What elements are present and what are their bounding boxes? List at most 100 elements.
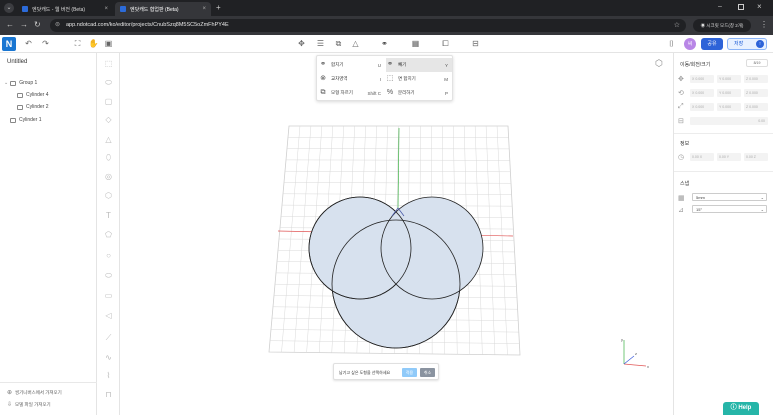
gem-tool-icon[interactable]: ⬡ <box>104 191 113 200</box>
rectangle-tool-icon[interactable]: ▭ <box>104 291 113 300</box>
polygon-tool-icon[interactable]: ⬠ <box>104 230 113 239</box>
reload-icon[interactable]: ↻ <box>34 20 41 30</box>
new-tab-icon[interactable]: + <box>216 3 221 12</box>
thingiverse-import-link[interactable]: ⊕ 씽기니버스에서 가져오기 <box>7 389 62 397</box>
close-window-icon[interactable]: × <box>757 2 762 11</box>
position-z-field[interactable]: Z 0.000 <box>744 75 768 83</box>
avatar[interactable]: 씨 <box>684 38 696 50</box>
fit-view-icon[interactable]: ⛶ <box>72 38 83 49</box>
curve-tool-icon[interactable]: ∿ <box>104 353 113 362</box>
dimension-tool-icon[interactable]: ⊟ <box>470 38 481 49</box>
undo-icon[interactable]: ↶ <box>23 38 34 49</box>
forward-icon[interactable]: → <box>20 20 28 30</box>
tree-item-cylinder[interactable]: Cylinder 2 <box>17 104 49 110</box>
expand-arrow-icon[interactable]: ⌄ <box>4 80 8 86</box>
scale-y-field[interactable]: Y 0.000 <box>717 103 741 111</box>
document-title[interactable]: Untitled <box>7 59 27 65</box>
measure-tool-icon[interactable]: △ <box>350 38 361 49</box>
step-indicator[interactable]: 8/19 <box>746 59 768 67</box>
frame-tool-icon[interactable]: ⊓ <box>104 390 113 399</box>
sphere-tool-icon[interactable]: ◇ <box>104 115 113 124</box>
snap-title: 스냅 <box>680 181 690 187</box>
tree-item-cylinder[interactable]: Cylinder 1 <box>10 117 42 123</box>
box-tool-icon[interactable]: ▢ <box>104 97 113 106</box>
circle-tool-icon[interactable]: ○ <box>104 251 113 260</box>
ndotcad-logo[interactable]: N <box>2 37 16 51</box>
grid-snap-select[interactable]: 5mm ⌄ <box>692 193 767 201</box>
screenshot-icon[interactable]: ⌷ <box>666 38 677 49</box>
share-button[interactable]: 공유 <box>701 38 723 50</box>
center-tool-icon[interactable]: ✥ <box>296 38 307 49</box>
scale-x-field[interactable]: X 0.000 <box>690 103 714 111</box>
cancel-button[interactable]: 취소 <box>420 368 435 377</box>
help-button[interactable]: ⓘ Help <box>723 402 759 415</box>
cone-tool-icon[interactable]: △ <box>104 135 113 144</box>
rotation-z-field[interactable]: Z 0.000 <box>744 89 768 97</box>
cylinder-icon <box>17 92 23 98</box>
tree-item-group[interactable]: ⌄ Group 1 <box>4 80 37 86</box>
tree-item-label: Cylinder 4 <box>26 92 49 98</box>
ellipse-tool-icon[interactable]: ⬭ <box>104 271 113 280</box>
scale-icon: ⤢ <box>678 103 684 110</box>
placement-x-field[interactable]: 0.00 X <box>690 153 714 161</box>
torus-tool-icon[interactable]: ◎ <box>104 172 113 181</box>
cylinder-tool-icon[interactable]: ⬭ <box>104 78 113 87</box>
rotation-y-field[interactable]: Y 0.000 <box>717 89 741 97</box>
browser-tab-collab[interactable]: 엔닷캐드 협업판 (Beta) × <box>115 2 211 16</box>
copy-tool-icon[interactable]: ⧠ <box>440 38 451 49</box>
incognito-profile-button[interactable]: ◉ 시크릿 모드(창 2개) <box>693 19 751 32</box>
menu-item-separate[interactable]: % 분리하기 P <box>386 86 452 100</box>
rotation-x-field[interactable]: X 0.000 <box>690 89 714 97</box>
site-info-icon[interactable]: ⊜ <box>55 19 60 32</box>
spline-tool-icon[interactable]: ⌇ <box>104 371 113 380</box>
pan-hand-icon[interactable]: ✋ <box>88 38 99 49</box>
menu-item-shortcut: I <box>379 76 381 82</box>
axis-indicator-x <box>623 363 647 367</box>
line-tool-icon[interactable]: ⟋ <box>104 333 113 342</box>
view-cube-icon[interactable]: ⬡ <box>655 58 663 69</box>
position-y-field[interactable]: Y 0.000 <box>717 75 741 83</box>
minimize-icon[interactable]: – <box>718 3 722 10</box>
capsule-tool-icon[interactable]: ⬯ <box>104 153 113 162</box>
3d-viewport[interactable]: y x z ⬡ <box>120 53 673 415</box>
array-tool-icon[interactable]: ▦ <box>410 38 421 49</box>
menu-item-union[interactable]: ⚭ 합치기 U <box>319 58 385 72</box>
boolean-tool-icon[interactable]: ⚭ <box>379 38 390 49</box>
browser-menu-icon[interactable]: ⋮ <box>760 20 768 30</box>
select-tool-icon[interactable]: ⬚ <box>104 59 113 68</box>
workplane-svg[interactable]: y x z <box>120 53 673 415</box>
maximize-icon[interactable] <box>738 4 744 10</box>
align-tool-icon[interactable]: ☰ <box>315 38 326 49</box>
angle-snap-select[interactable]: 15° ⌄ <box>692 205 767 213</box>
profile-label: 시크릿 모드(창 2개) <box>706 23 744 28</box>
close-tab-icon[interactable]: × <box>104 6 108 12</box>
redo-icon[interactable]: ↷ <box>40 38 51 49</box>
browser-tab-web[interactable]: 엔닷캐드 - 웹 버전 (Beta) × <box>17 2 113 16</box>
menu-item-subtract[interactable]: ⚭ 빼기 Y <box>386 58 452 72</box>
text-tool-icon[interactable]: T <box>104 211 113 220</box>
mirror-tool-icon[interactable]: ⧉ <box>333 38 344 49</box>
bookmark-star-icon[interactable]: ☆ <box>674 19 680 32</box>
back-icon[interactable]: ← <box>6 20 14 30</box>
field-axis: X <box>692 105 695 109</box>
apply-button[interactable]: 적용 <box>402 368 417 377</box>
folder-icon <box>10 80 17 86</box>
view-cube-icon[interactable]: ▣ <box>103 38 114 49</box>
triangle-tool-icon[interactable]: ◁ <box>104 311 113 320</box>
tab-title: 엔닷캐드 협업판 (Beta) <box>130 6 179 13</box>
placement-z-field[interactable]: 0.00 Z <box>744 153 768 161</box>
model-import-link[interactable]: ⇩ 모델 파일 가져오기 <box>7 401 51 409</box>
step-label: 8/19 <box>753 61 761 65</box>
tab-list-icon[interactable]: ⌄ <box>4 3 14 13</box>
close-tab-icon[interactable]: × <box>202 6 206 12</box>
tree-item-cylinder[interactable]: Cylinder 4 <box>17 92 49 98</box>
menu-item-merge-faces[interactable]: ⬚ 면 합치기 M <box>386 72 452 86</box>
position-x-field[interactable]: X 0.000 <box>690 75 714 83</box>
size-field[interactable]: 0.00 <box>690 117 768 125</box>
menu-item-cut-model[interactable]: ⧉ 모형 자르기 Shift C <box>319 86 385 100</box>
scale-z-field[interactable]: Z 0.000 <box>744 103 768 111</box>
placement-y-field[interactable]: 0.00 Y <box>717 153 741 161</box>
menu-item-intersect[interactable]: ⊗ 교차영역 I <box>319 72 385 86</box>
save-button[interactable]: 저장 ↑ <box>727 38 767 50</box>
url-field[interactable]: ⊜ app.ndotcad.com/ko/editor/projects/Cnu… <box>50 19 686 32</box>
